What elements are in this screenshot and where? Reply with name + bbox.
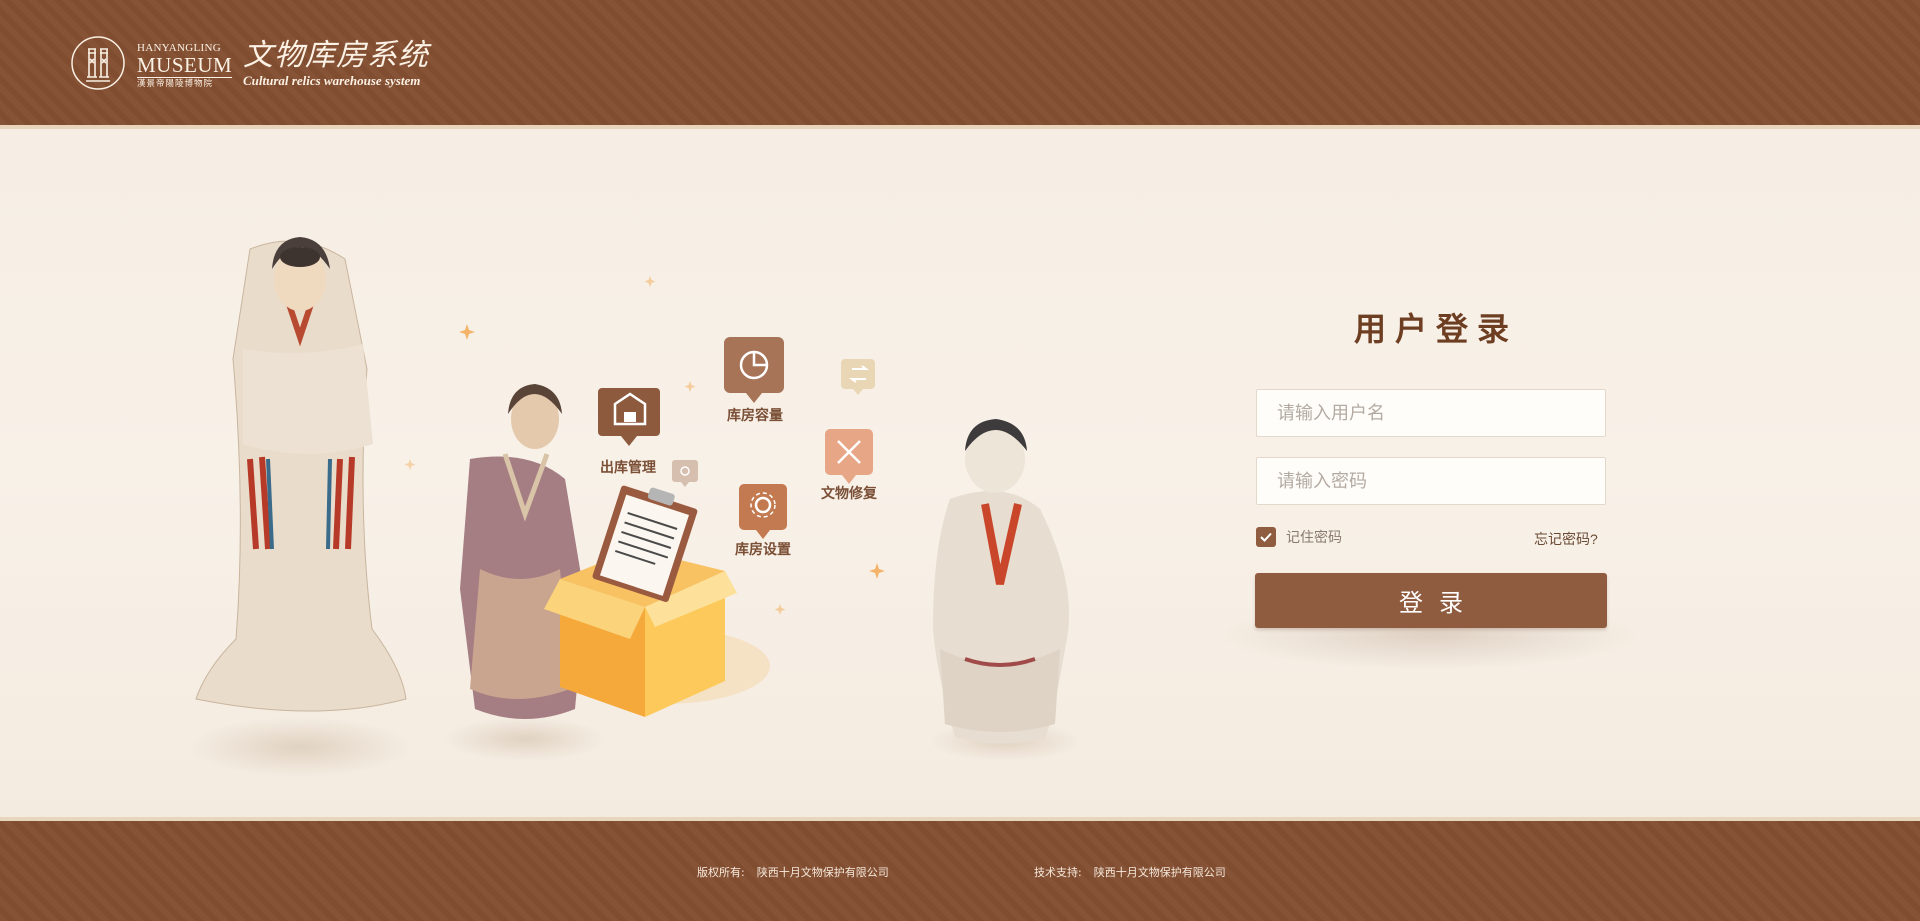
- tool-bubble-icon: [672, 460, 698, 487]
- copyright-value: 陕西十月文物保护有限公司: [756, 866, 889, 879]
- forgot-password-link[interactable]: 忘记密码?: [1534, 529, 1598, 549]
- remember-password-checkbox[interactable]: 记住密码: [1256, 527, 1342, 547]
- login-button[interactable]: 登录: [1255, 573, 1607, 628]
- page-footer: [0, 821, 1920, 921]
- bowing-figurine-icon: [930, 419, 1080, 761]
- copyright-label: 版权所有:: [697, 866, 745, 879]
- hero-illustration: 出库管理 库房容量 文物修复 库房设置: [190, 237, 1080, 777]
- support-value: 陕西十月文物保护有限公司: [1093, 866, 1226, 879]
- museum-name-cn: 漢景帝陽陵博物院: [137, 79, 214, 89]
- museum-name: HANYANGLING MUSEUM 漢景帝陽陵博物院: [137, 42, 233, 90]
- feature-restoration-label: 文物修复: [821, 485, 878, 502]
- standing-figurine-icon: [190, 237, 410, 777]
- warehouse-settings-icon: [739, 484, 787, 539]
- museum-name-en: MUSEUM: [137, 53, 233, 78]
- system-title-en: Cultural relics warehouse system: [243, 73, 421, 88]
- feature-settings-label: 库房设置: [735, 541, 791, 558]
- museum-logo-icon: [71, 36, 125, 90]
- username-input[interactable]: [1256, 389, 1606, 437]
- checkbox-checked-icon[interactable]: [1256, 527, 1276, 547]
- warehouse-capacity-icon: [724, 337, 784, 403]
- feature-outbound-label: 出库管理: [600, 459, 656, 476]
- relic-restoration-icon: [825, 429, 873, 484]
- swap-bubble-icon: [841, 359, 875, 395]
- login-title: 用户登录: [1353, 310, 1518, 348]
- footer-support: 技术支持: 陕西十月文物保护有限公司: [1034, 864, 1226, 880]
- feature-capacity-label: 库房容量: [727, 407, 783, 424]
- remember-password-label: 记住密码: [1286, 529, 1342, 545]
- system-title-cn: 文物库房系统: [243, 38, 429, 73]
- password-input[interactable]: [1256, 457, 1606, 505]
- support-label: 技术支持:: [1034, 866, 1082, 879]
- open-box-icon: [544, 485, 737, 717]
- footer-copyright: 版权所有: 陕西十月文物保护有限公司: [697, 864, 889, 880]
- system-title: 文物库房系统 Cultural relics warehouse system: [243, 38, 429, 88]
- outbound-management-icon: [598, 388, 660, 446]
